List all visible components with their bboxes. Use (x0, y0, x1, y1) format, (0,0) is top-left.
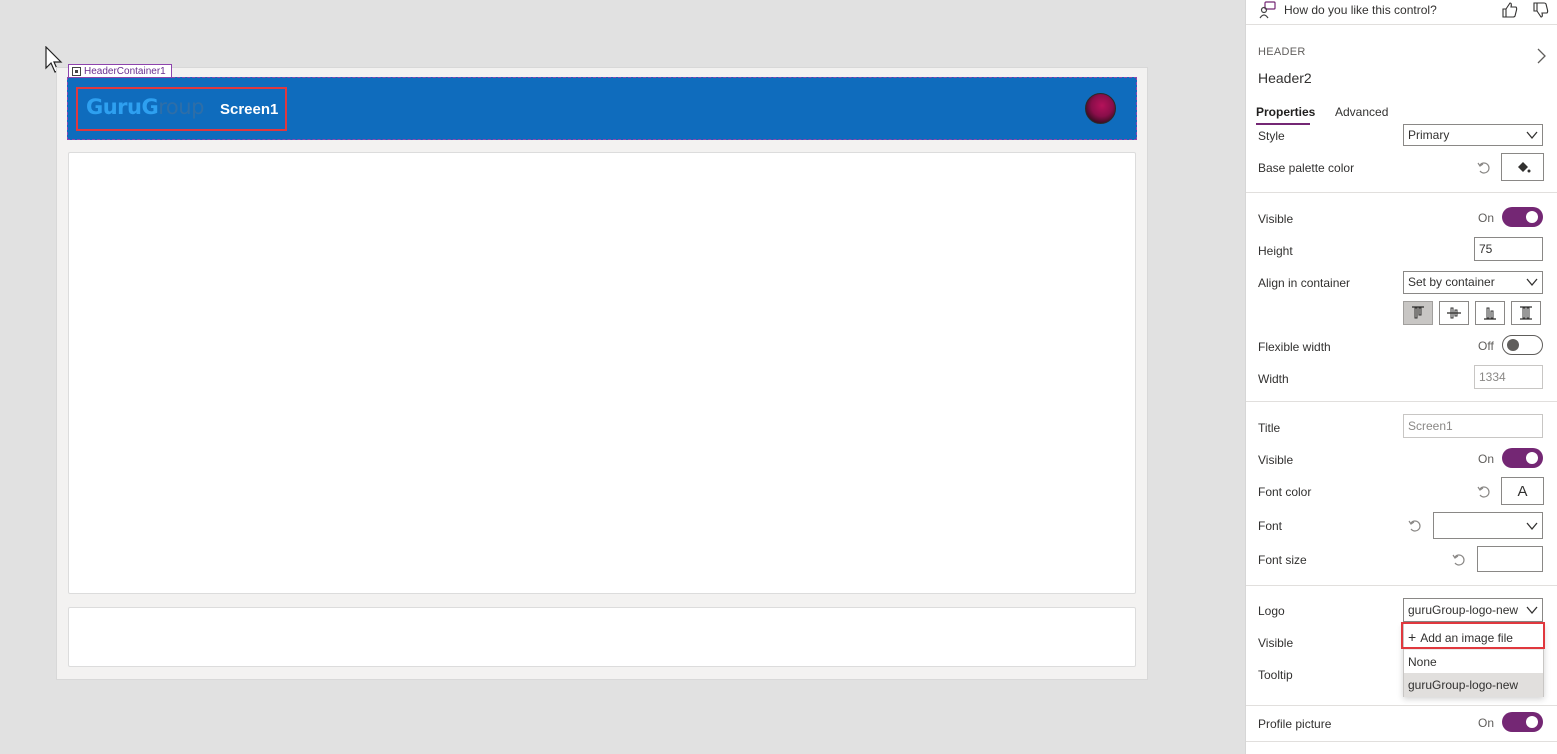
toggle-knob (1526, 211, 1538, 223)
chevron-down-icon (1526, 278, 1538, 287)
chevron-down-icon (1526, 606, 1538, 615)
control-type-label: HEADER (1258, 46, 1306, 58)
container-icon (72, 66, 81, 76)
tab-properties[interactable]: Properties (1256, 105, 1315, 119)
flexible-width-label: Flexible width (1258, 340, 1331, 354)
flexible-width-toggle[interactable] (1502, 335, 1543, 355)
flexible-width-state: Off (1478, 339, 1494, 353)
logo-dropdown[interactable]: guruGroup-logo-new (1403, 598, 1543, 622)
align-label: Align in container (1258, 276, 1351, 290)
divider (1246, 585, 1557, 586)
logo-label: Logo (1258, 604, 1285, 618)
base-palette-swatch[interactable] (1501, 153, 1544, 181)
profile-picture-label: Profile picture (1258, 717, 1332, 731)
divider (1246, 192, 1557, 193)
control-name[interactable]: Header2 (1258, 70, 1312, 86)
toggle-knob (1526, 452, 1538, 464)
title-visible-label: Visible (1258, 453, 1294, 467)
divider (1246, 401, 1557, 402)
font-size-input[interactable] (1477, 546, 1543, 572)
profile-avatar[interactable] (1085, 93, 1116, 124)
properties-panel: How do you like this control? HEADER Hea… (1245, 0, 1557, 754)
divider (1246, 741, 1557, 742)
tooltip-label: Tooltip (1258, 668, 1293, 682)
divider (1246, 24, 1557, 25)
logo-value: guruGroup-logo-new (1408, 603, 1519, 617)
align-top-icon (1412, 306, 1424, 319)
align-middle-button[interactable] (1439, 301, 1469, 325)
visible-toggle[interactable] (1502, 207, 1543, 227)
base-palette-label: Base palette color (1258, 161, 1355, 175)
toggle-knob (1507, 339, 1519, 351)
font-color-glyph: A (1517, 482, 1528, 500)
font-color-swatch[interactable]: A (1501, 477, 1544, 505)
width-input[interactable]: 1334 (1474, 365, 1543, 389)
title-visible-toggle[interactable] (1502, 448, 1543, 468)
align-middle-icon (1447, 307, 1461, 319)
reset-icon[interactable] (1477, 485, 1491, 499)
chevron-down-icon (1526, 131, 1538, 140)
profile-picture-state: On (1478, 716, 1495, 730)
style-dropdown[interactable]: Primary (1403, 124, 1543, 146)
profile-picture-toggle[interactable] (1502, 712, 1543, 732)
title-input[interactable]: Screen1 (1403, 414, 1543, 438)
option-none[interactable]: None (1404, 649, 1543, 673)
font-label: Font (1258, 519, 1283, 533)
align-dropdown[interactable]: Set by container (1403, 271, 1543, 294)
height-input[interactable]: 75 (1474, 237, 1543, 261)
align-bottom-icon (1484, 307, 1496, 320)
visible-state: On (1478, 211, 1495, 225)
align-stretch-icon (1520, 306, 1532, 320)
tab-advanced[interactable]: Advanced (1335, 105, 1388, 119)
divider (1246, 705, 1557, 706)
title-visible-state: On (1478, 452, 1495, 466)
footer-content-card[interactable] (68, 607, 1136, 667)
font-color-label: Font color (1258, 485, 1312, 499)
align-stretch-button[interactable] (1511, 301, 1541, 325)
align-bottom-button[interactable] (1475, 301, 1505, 325)
reset-icon[interactable] (1452, 553, 1466, 567)
chevron-down-icon (1526, 522, 1538, 531)
header-title: Screen1 (220, 101, 279, 118)
logo-text-part1: GuruG (86, 95, 159, 119)
paint-bucket-icon (1517, 162, 1530, 173)
visible-label: Visible (1258, 212, 1294, 226)
header-logo[interactable]: GuruGroup (86, 95, 204, 119)
container-tag[interactable]: HeaderContainer1 (68, 64, 172, 78)
align-value: Set by container (1408, 275, 1495, 289)
logo-visible-label: Visible (1258, 636, 1294, 650)
feedback-prompt: How do you like this control? (1284, 3, 1437, 17)
toggle-knob (1526, 716, 1538, 728)
font-size-label: Font size (1258, 553, 1307, 567)
add-image-highlight (1401, 622, 1545, 649)
container-tag-label: HeaderContainer1 (84, 65, 166, 77)
thumbs-down-icon[interactable] (1532, 1, 1550, 19)
width-label: Width (1258, 372, 1289, 386)
height-label: Height (1258, 244, 1293, 258)
font-dropdown[interactable] (1433, 512, 1543, 539)
option-gurugroup-logo[interactable]: guruGroup-logo-new (1404, 673, 1543, 697)
style-value: Primary (1408, 128, 1450, 142)
reset-icon[interactable] (1408, 519, 1422, 533)
chevron-right-icon[interactable] (1535, 48, 1547, 64)
active-tab-indicator (1256, 123, 1310, 125)
thumbs-up-icon[interactable] (1501, 1, 1519, 19)
title-label: Title (1258, 421, 1281, 435)
style-label: Style (1258, 129, 1285, 143)
logo-text-part2: roup (158, 95, 204, 119)
align-top-button[interactable] (1403, 301, 1433, 325)
feedback-person-icon (1259, 1, 1276, 19)
main-content-card[interactable] (68, 152, 1136, 594)
reset-icon[interactable] (1477, 161, 1491, 175)
